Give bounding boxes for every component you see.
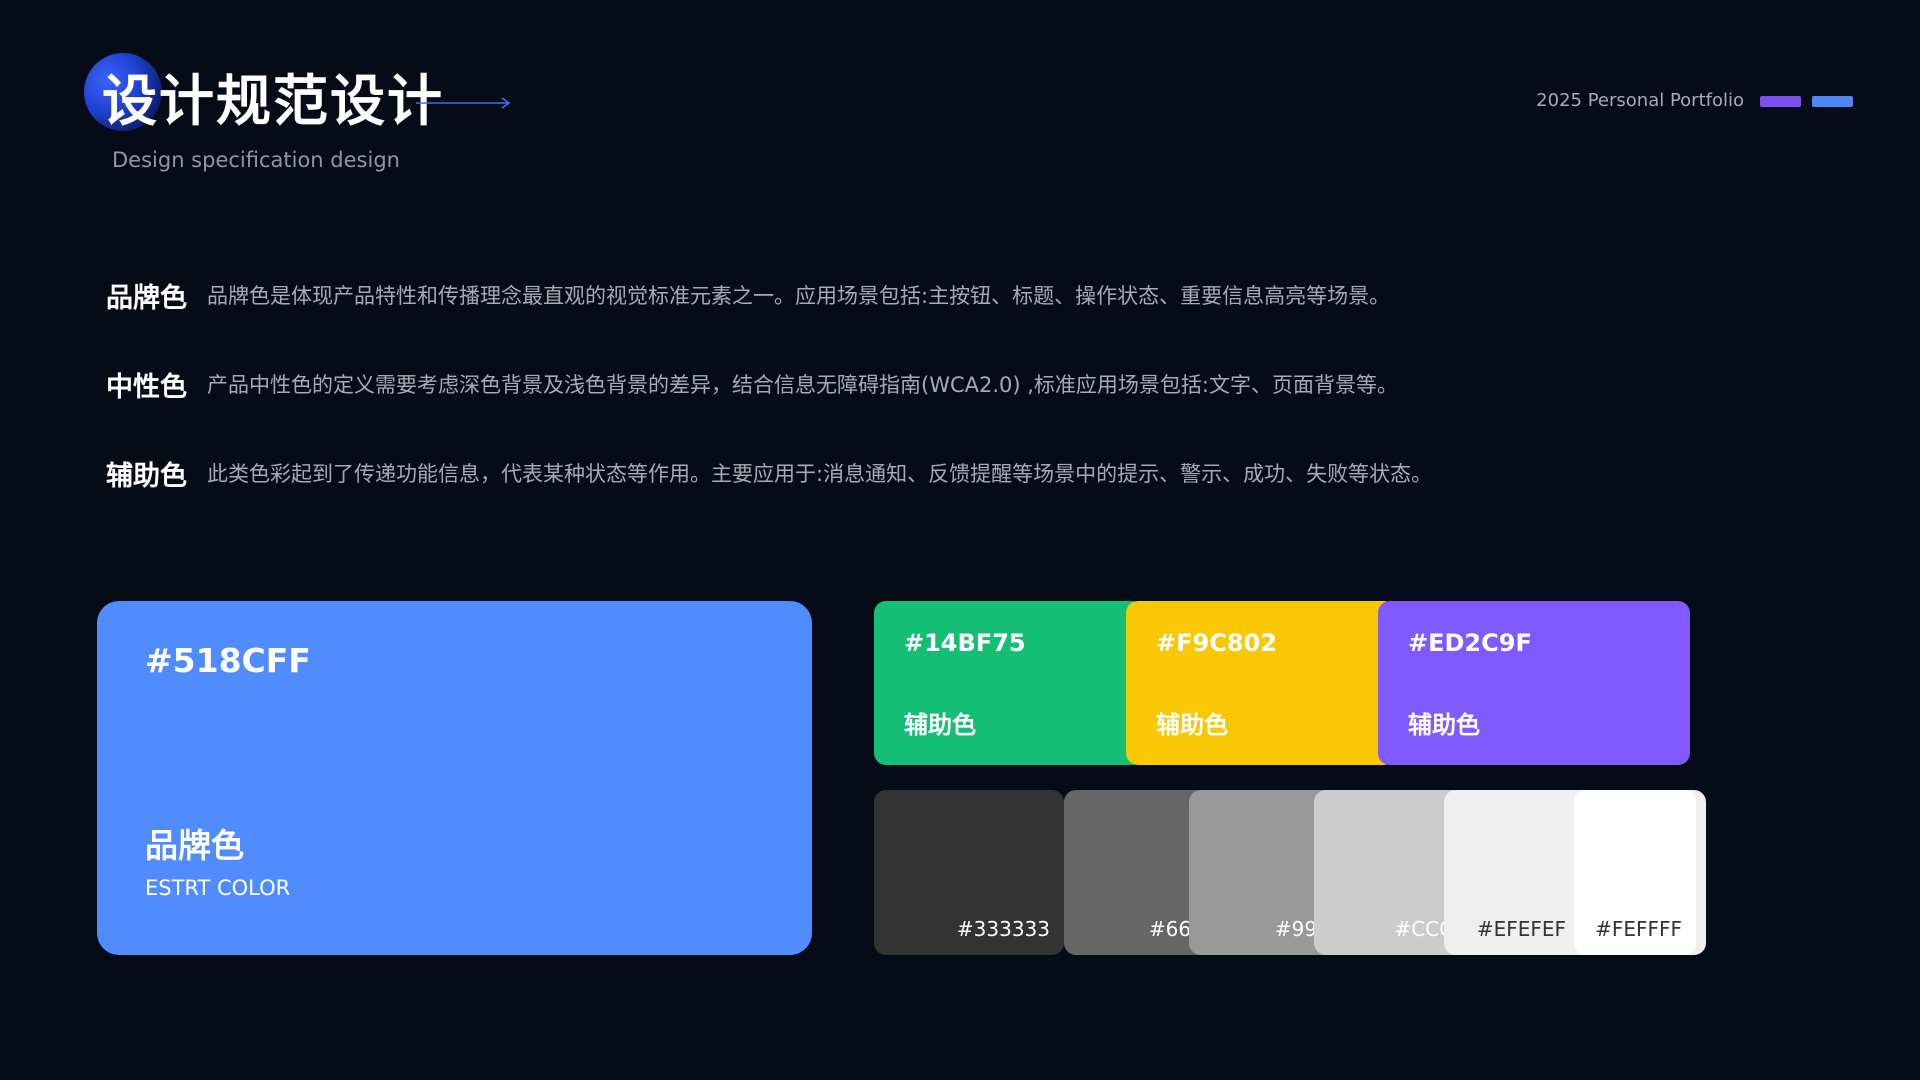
portfolio-label: 2025 Personal Portfolio	[1536, 90, 1744, 111]
accent-bar-blue	[1812, 96, 1853, 107]
description-label: 辅助色	[106, 460, 187, 492]
description-neutral: 中性色 产品中性色的定义需要考虑深色背景及浅色背景的差异，结合信息无障碍指南(W…	[106, 364, 1398, 404]
swatch-name: 辅助色	[904, 711, 976, 739]
swatch-name: 辅助色	[1156, 711, 1228, 739]
swatch-hex: #ED2C9F	[1408, 629, 1532, 657]
description-label: 中性色	[106, 371, 187, 403]
brand-color-hex: #518CFF	[145, 641, 311, 680]
page-title: 设计规范设计	[102, 69, 445, 133]
neutral-color-row: #333333 #666666 #999999 #CCCCCC #EFEFEF …	[874, 790, 1706, 955]
page: 设计规范设计 Design specification design 2025 …	[0, 0, 1920, 1080]
auxiliary-swatch-green: #14BF75 辅助色	[874, 601, 1144, 765]
description-text: 品牌色是体现产品特性和传播理念最直观的视觉标准元素之一。应用场景包括:主按钮、标…	[207, 284, 1391, 308]
swatch-hex: #FEFFFF	[1595, 917, 1682, 941]
swatch-hex: #14BF75	[904, 629, 1026, 657]
auxiliary-swatch-purple: #ED2C9F 辅助色	[1378, 601, 1690, 765]
swatch-name: 辅助色	[1408, 711, 1480, 739]
swatch-hex: #333333	[956, 917, 1050, 941]
description-text: 此类色彩起到了传递功能信息，代表某种状态等作用。主要应用于:消息通知、反馈提醒等…	[207, 462, 1433, 486]
page-subtitle: Design specification design	[112, 148, 400, 172]
brand-color-name: 品牌色	[145, 826, 244, 865]
accent-bar-purple	[1760, 96, 1801, 107]
description-label: 品牌色	[106, 282, 187, 314]
swatch-hex: #F9C802	[1156, 629, 1277, 657]
description-brand: 品牌色 品牌色是体现产品特性和传播理念最直观的视觉标准元素之一。应用场景包括:主…	[106, 275, 1390, 315]
neutral-swatch-333333: #333333	[874, 790, 1064, 955]
neutral-swatch-feffff: #FEFFFF	[1574, 790, 1696, 955]
description-auxiliary: 辅助色 此类色彩起到了传递功能信息，代表某种状态等作用。主要应用于:消息通知、反…	[106, 453, 1432, 493]
arrow-right-icon	[416, 97, 511, 109]
brand-color-english: ESTRT COLOR	[145, 876, 291, 900]
auxiliary-swatch-yellow: #F9C802 辅助色	[1126, 601, 1396, 765]
brand-color-card: #518CFF 品牌色 ESTRT COLOR	[97, 601, 812, 955]
swatch-hex: #EFEFEF	[1476, 917, 1566, 941]
auxiliary-color-row: #14BF75 辅助色 #F9C802 辅助色 #ED2C9F 辅助色	[874, 601, 1690, 765]
description-text: 产品中性色的定义需要考虑深色背景及浅色背景的差异，结合信息无障碍指南(WCA2.…	[207, 373, 1398, 397]
